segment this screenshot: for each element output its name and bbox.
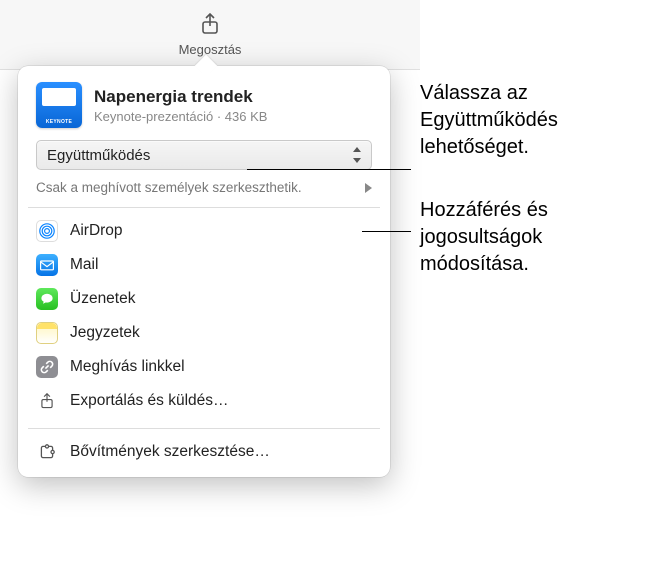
extensions-icon (36, 441, 58, 463)
document-header: Napenergia trendek Keynote-prezentáció ·… (18, 66, 390, 140)
document-icon (36, 82, 82, 128)
separator (28, 207, 380, 208)
collaboration-mode-select[interactable]: Együttműködés (36, 140, 372, 170)
link-icon (36, 356, 58, 378)
share-option-label: Jegyzetek (70, 324, 140, 342)
mail-icon (36, 254, 58, 276)
annotation-2: Hozzáférés és jogosultságok módosítása. (420, 197, 650, 278)
notes-icon (36, 322, 58, 344)
separator (28, 428, 380, 429)
annotations: Válassza az Együttműködés lehetőséget. H… (420, 80, 650, 314)
access-text: Csak a meghívott személyek szerkesztheti… (36, 180, 302, 197)
share-option-notes[interactable]: Jegyzetek (18, 316, 390, 350)
share-icon[interactable] (200, 13, 220, 40)
callout-line (247, 169, 411, 170)
edit-extensions[interactable]: Bővítmények szerkesztése… (18, 435, 390, 469)
share-option-export[interactable]: Exportálás és küldés… (18, 384, 390, 418)
document-title: Napenergia trendek (94, 87, 267, 107)
share-option-mail[interactable]: Mail (18, 248, 390, 282)
updown-chevron-icon (351, 147, 363, 163)
document-meta: Keynote-prezentáció · 436 KB (94, 109, 267, 124)
share-option-label: AirDrop (70, 222, 123, 240)
export-icon (36, 390, 58, 412)
share-option-airdrop[interactable]: AirDrop (18, 214, 390, 248)
airdrop-icon (36, 220, 58, 242)
share-option-label: Üzenetek (70, 290, 135, 308)
chevron-right-icon (365, 183, 372, 193)
share-popover: Napenergia trendek Keynote-prezentáció ·… (18, 66, 390, 477)
mode-selected-label: Együttműködés (47, 147, 150, 164)
share-label: Megosztás (179, 42, 242, 57)
extensions-label: Bővítmények szerkesztése… (70, 443, 270, 461)
share-option-label: Mail (70, 256, 98, 274)
messages-icon (36, 288, 58, 310)
access-permissions-row[interactable]: Csak a meghívott személyek szerkesztheti… (36, 180, 372, 197)
share-option-label: Exportálás és küldés… (70, 392, 229, 410)
callout-line (362, 231, 411, 232)
annotation-1: Válassza az Együttműködés lehetőséget. (420, 80, 650, 161)
share-option-messages[interactable]: Üzenetek (18, 282, 390, 316)
share-option-invite-link[interactable]: Meghívás linkkel (18, 350, 390, 384)
share-option-label: Meghívás linkkel (70, 358, 185, 376)
